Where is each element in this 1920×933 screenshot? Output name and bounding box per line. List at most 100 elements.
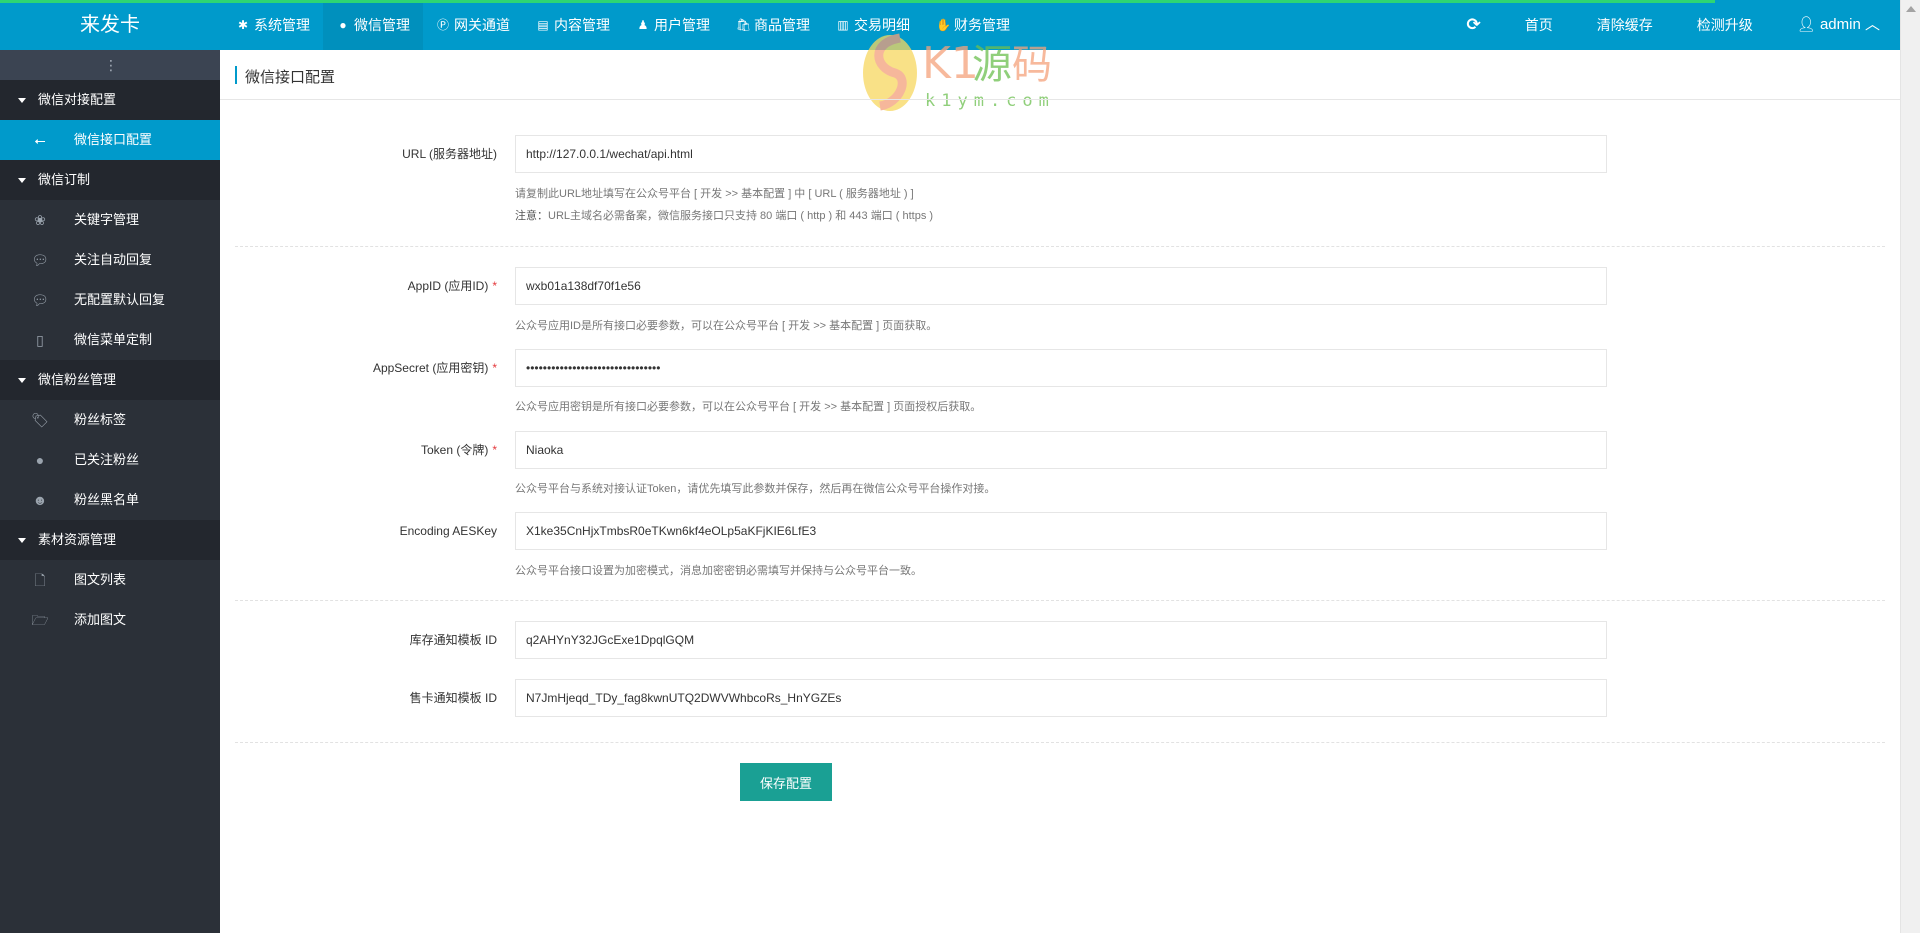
sidebar-item-wechat-api[interactable]: ⭠ 微信接口配置 <box>0 120 220 160</box>
folder-open-icon: 🗁︎ <box>31 612 49 628</box>
title-accent <box>235 66 237 84</box>
item-label: 微信菜单定制 <box>74 332 153 347</box>
bar-chart-icon: ▥ <box>837 18 849 32</box>
nav-system[interactable]: ✱ 系统管理 <box>223 0 323 50</box>
sidebar-group-materials[interactable]: 素材资源管理 <box>0 520 220 560</box>
refresh-button[interactable]: ⟳ <box>1444 0 1502 50</box>
scroll-up-icon[interactable] <box>1906 6 1916 12</box>
appid-help: 公众号应用ID是所有接口必要参数，可以在公众号平台 [ 开发 >> 基本配置 ]… <box>515 320 938 332</box>
nav-users[interactable]: ♟ 用户管理 <box>623 0 723 50</box>
save-button[interactable]: 保存配置 <box>740 763 832 801</box>
comment-icon: 💬︎ <box>31 292 49 308</box>
required-mark: * <box>492 279 497 293</box>
page-title: 微信接口配置 <box>245 69 336 86</box>
required-mark: * <box>492 361 497 375</box>
app-logo[interactable]: 来发卡 <box>0 0 220 50</box>
nav-label: 内容管理 <box>554 17 610 33</box>
check-upgrade-link[interactable]: 检测升级 <box>1675 0 1775 50</box>
appsecret-input[interactable] <box>515 349 1607 387</box>
sidebar-item-keywords[interactable]: ❀ 关键字管理 <box>0 200 220 240</box>
chevron-up-icon: ︿ <box>1864 16 1880 33</box>
divider <box>235 246 1885 247</box>
url-note: 注意：URL主域名必需备案，微信服务接口只支持 80 端口 ( http ) 和… <box>515 207 933 223</box>
item-label: 粉丝黑名单 <box>74 492 140 507</box>
nav-wechat[interactable]: ● 微信管理 <box>323 0 423 50</box>
paypal-icon: Ⓟ <box>436 18 449 32</box>
url-input[interactable] <box>515 135 1607 173</box>
url-help: 请复制此URL地址填写在公众号平台 [ 开发 >> 基本配置 ] 中 [ URL… <box>515 188 914 200</box>
usb-icon: ⭠ <box>34 132 46 148</box>
sale-template-input[interactable] <box>515 679 1607 717</box>
label-text: Token (令牌) <box>420 443 489 457</box>
stock-template-label: 库存通知模板 ID <box>409 633 497 647</box>
nav-content[interactable]: ▤ 内容管理 <box>523 0 623 50</box>
nav-label: 系统管理 <box>254 17 310 33</box>
wechat-icon: ● <box>35 452 45 468</box>
item-label: 微信接口配置 <box>74 132 153 147</box>
file-pdf-icon: 🗋︎ <box>34 572 46 588</box>
sidebar-item-add-news[interactable]: 🗁︎ 添加图文 <box>0 600 220 640</box>
caret-down-icon <box>18 178 26 184</box>
refresh-icon: ⟳ <box>1466 15 1481 34</box>
sale-template-label: 售卡通知模板 ID <box>409 691 497 705</box>
appid-label: AppID (应用ID) * <box>220 267 497 305</box>
page-title-bar: 微信接口配置 <box>220 50 1900 100</box>
user-menu[interactable]: 👤︎ admin ︿ <box>1775 0 1900 50</box>
label-text: AppID (应用ID) <box>407 279 489 293</box>
url-label: URL (服务器地址) <box>402 147 497 161</box>
label-text: AppSecret (应用密钥) <box>372 361 489 375</box>
token-label: Token (令牌) * <box>220 431 497 469</box>
sidebar-item-news-list[interactable]: 🗋︎ 图文列表 <box>0 560 220 600</box>
stock-template-input[interactable] <box>515 621 1607 659</box>
sidebar-toggle[interactable]: ⋮ <box>0 50 220 80</box>
comment-icon: 💬︎ <box>31 252 49 268</box>
home-link[interactable]: 首页 <box>1503 0 1575 50</box>
clear-cache-link[interactable]: 清除缓存 <box>1575 0 1675 50</box>
group-label: 微信粉丝管理 <box>38 372 117 387</box>
appsecret-help: 公众号应用密钥是所有接口必要参数，可以在公众号平台 [ 开发 >> 基本配置 ]… <box>515 401 982 413</box>
sidebar-group-fans[interactable]: 微信粉丝管理 <box>0 360 220 400</box>
aeskey-input[interactable] <box>515 512 1607 550</box>
sidebar-item-fan-tags[interactable]: 🏷︎ 粉丝标签 <box>0 400 220 440</box>
sidebar-item-follow-reply[interactable]: 💬︎ 关注自动回复 <box>0 240 220 280</box>
reddit-icon: ☻ <box>32 492 48 508</box>
file-icon: ▤ <box>537 18 549 32</box>
item-label: 关键字管理 <box>74 212 140 227</box>
item-label: 已关注粉丝 <box>74 452 140 467</box>
group-label: 素材资源管理 <box>38 532 117 547</box>
note-label: 注意： <box>515 210 548 222</box>
user-icon: 👤︎ <box>1796 16 1816 33</box>
divider <box>235 742 1885 743</box>
group-label: 微信对接配置 <box>38 92 117 107</box>
appsecret-label: AppSecret (应用密钥) * <box>220 349 497 387</box>
aeskey-help: 公众号平台接口设置为加密模式，消息加密密钥必需填写并保持与公众号平台一致。 <box>515 565 922 577</box>
tag-icon: 🏷︎ <box>31 412 49 428</box>
header-right: ⟳ 首页 清除缓存 检测升级 👤︎ admin ︿ <box>1444 0 1900 50</box>
nav-label: 用户管理 <box>654 17 710 33</box>
mobile-icon: ▯ <box>36 332 44 348</box>
page-scrollbar[interactable] <box>1900 0 1920 933</box>
sidebar-item-blacklist[interactable]: ☻ 粉丝黑名单 <box>0 480 220 520</box>
sidebar-item-menu[interactable]: ▯ 微信菜单定制 <box>0 320 220 360</box>
nav-gateway[interactable]: Ⓟ 网关通道 <box>423 0 523 50</box>
item-label: 添加图文 <box>74 612 127 627</box>
token-help: 公众号平台与系统对接认证Token，请优先填写此参数并保存，然后再在微信公众号平… <box>515 483 996 495</box>
sidebar-item-followers[interactable]: ● 已关注粉丝 <box>0 440 220 480</box>
nav-label: 微信管理 <box>354 17 410 33</box>
token-input[interactable] <box>515 431 1607 469</box>
gear-icon: ✱ <box>237 18 249 32</box>
sidebar-item-default-reply[interactable]: 💬︎ 无配置默认回复 <box>0 280 220 320</box>
appid-input[interactable] <box>515 267 1607 305</box>
sidebar-group-wechat-custom[interactable]: 微信订制 <box>0 160 220 200</box>
caret-down-icon <box>18 98 26 104</box>
nav-goods[interactable]: 🛍︎ 商品管理 <box>723 0 823 50</box>
shopping-bag-icon: 🛍︎ <box>736 18 752 32</box>
divider <box>235 600 1885 601</box>
sidebar-group-wechat-config[interactable]: 微信对接配置 <box>0 80 220 120</box>
nav-label: 网关通道 <box>454 17 510 33</box>
note-text: URL主域名必需备案，微信服务接口只支持 80 端口 ( http ) 和 44… <box>548 210 934 222</box>
required-mark: * <box>492 443 497 457</box>
item-label: 关注自动回复 <box>74 252 153 267</box>
caret-down-icon <box>18 538 26 544</box>
group-label: 微信订制 <box>38 172 91 187</box>
